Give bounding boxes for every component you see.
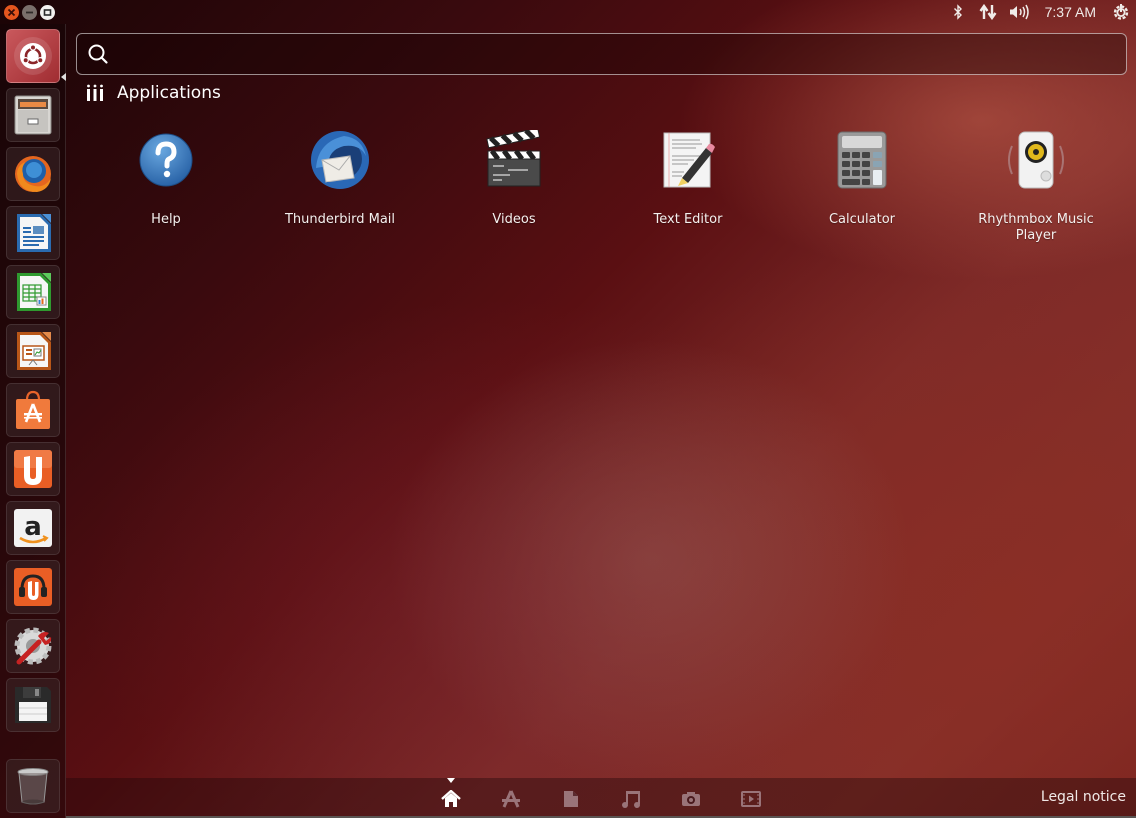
network-icon <box>979 4 997 20</box>
launcher-firefox[interactable] <box>6 147 60 201</box>
maximize-icon <box>43 8 52 16</box>
top-panel: 7:37 AM <box>0 0 1136 24</box>
launcher-ubuntu-one-music[interactable] <box>6 560 60 614</box>
launcher: a <box>0 24 66 818</box>
lens-home[interactable] <box>436 788 466 810</box>
session-indicator[interactable] <box>1106 0 1136 24</box>
close-button[interactable] <box>4 4 19 20</box>
help-question-icon <box>139 133 193 187</box>
clock[interactable]: 7:37 AM <box>1035 0 1106 24</box>
network-indicator[interactable] <box>971 0 1005 24</box>
thunderbird-icon <box>311 131 369 189</box>
launcher-libreoffice-calc[interactable] <box>6 265 60 319</box>
launcher-amazon[interactable]: a <box>6 501 60 555</box>
speaker-icon <box>1008 131 1064 189</box>
launcher-system-settings[interactable] <box>6 619 60 673</box>
close-icon <box>7 8 16 16</box>
app-label: Calculator <box>828 212 895 227</box>
applications-category-icon <box>87 84 103 101</box>
active-lens-indicator <box>447 778 455 783</box>
minimize-icon <box>26 11 33 13</box>
legal-notice-link[interactable]: Legal notice <box>1041 789 1126 805</box>
lens-applications[interactable] <box>496 788 526 810</box>
impress-presentation-icon <box>17 332 51 370</box>
maximize-button[interactable] <box>40 4 55 20</box>
trash-icon <box>17 768 49 805</box>
category-header[interactable]: Applications <box>86 82 221 104</box>
ubuntu-one-icon <box>14 450 52 488</box>
calculator-icon <box>837 131 887 189</box>
app-calculator[interactable]: Calculator <box>782 126 942 228</box>
launcher-software-center[interactable] <box>6 383 60 437</box>
shopping-bag-icon <box>16 390 50 429</box>
text-editor-icon <box>663 132 715 188</box>
search-icon <box>88 44 108 64</box>
lens-music[interactable] <box>616 788 646 810</box>
app-rhythmbox[interactable]: Rhythmbox Music Player <box>956 126 1116 244</box>
power-gear-icon <box>1113 4 1129 20</box>
app-label: Videos <box>492 212 536 227</box>
launcher-files[interactable] <box>6 88 60 142</box>
active-launcher-indicator <box>61 73 66 81</box>
app-help[interactable]: Help <box>86 126 246 228</box>
floppy-disk-icon <box>15 687 51 723</box>
window-controls <box>4 4 55 20</box>
amazon-icon: a <box>14 509 52 547</box>
writer-document-icon <box>17 214 51 252</box>
file-icon <box>564 791 578 807</box>
applications-lens-icon <box>502 790 520 808</box>
launcher-libreoffice-impress[interactable] <box>6 324 60 378</box>
app-label: Rhythmbox Music Player <box>978 212 1094 243</box>
lens-videos[interactable] <box>736 788 766 810</box>
lens-files[interactable] <box>556 788 586 810</box>
desktop-wallpaper <box>0 0 1136 818</box>
app-label: Help <box>151 212 181 227</box>
category-title: Applications <box>117 83 221 103</box>
file-cabinet-icon <box>14 95 52 135</box>
launcher-trash[interactable] <box>6 759 60 813</box>
app-text-editor[interactable]: Text Editor <box>608 126 768 228</box>
firefox-icon <box>15 156 51 192</box>
ubuntu-one-music-icon <box>14 568 52 606</box>
clapperboard-icon <box>486 130 541 187</box>
volume-icon <box>1009 4 1029 20</box>
app-label: Thunderbird Mail <box>284 212 396 227</box>
launcher-libreoffice-writer[interactable] <box>6 206 60 260</box>
app-videos[interactable]: Videos <box>434 126 594 228</box>
app-label: Text Editor <box>653 212 723 227</box>
lens-bar: Legal notice <box>66 778 1136 818</box>
lens-photos[interactable] <box>676 788 706 810</box>
camera-icon <box>682 792 700 806</box>
ubuntu-logo-icon <box>14 37 52 75</box>
volume-indicator[interactable] <box>1005 0 1035 24</box>
svg-text:a: a <box>24 512 42 542</box>
bluetooth-indicator[interactable] <box>945 0 971 24</box>
home-icon <box>441 790 461 807</box>
launcher-ubuntu-one[interactable] <box>6 442 60 496</box>
dash-search-box[interactable] <box>76 33 1127 75</box>
search-input[interactable] <box>109 34 1126 74</box>
settings-wrench-icon <box>14 627 52 665</box>
calc-spreadsheet-icon <box>17 273 51 311</box>
indicator-area: 7:37 AM <box>945 0 1136 24</box>
launcher-floppy[interactable] <box>6 678 60 732</box>
music-note-icon <box>622 791 640 808</box>
bluetooth-icon <box>953 4 962 20</box>
video-icon <box>741 791 761 807</box>
launcher-dash-home[interactable] <box>6 29 60 83</box>
app-thunderbird[interactable]: Thunderbird Mail <box>260 126 420 228</box>
minimize-button[interactable] <box>22 4 37 20</box>
